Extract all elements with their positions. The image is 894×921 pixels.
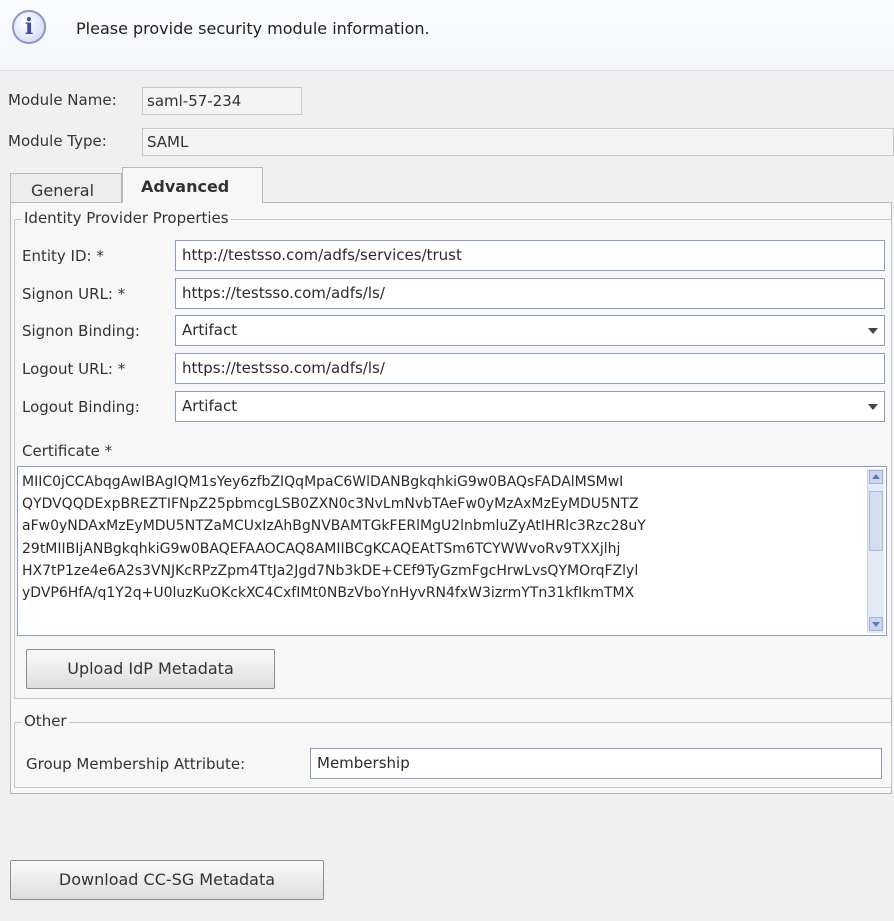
logout-url-input[interactable]: https://testsso.com/adfs/ls/ <box>175 353 885 384</box>
tab-advanced[interactable]: Advanced <box>122 167 263 203</box>
logout-url-label: Logout URL: * <box>22 360 126 378</box>
other-legend: Other <box>22 712 69 730</box>
certificate-label: Certificate * <box>22 442 113 460</box>
logout-binding-select[interactable]: Artifact <box>175 391 885 422</box>
scroll-up-button[interactable] <box>869 470 883 484</box>
signon-binding-select[interactable]: Artifact <box>175 315 885 346</box>
module-type-label: Module Type: <box>8 132 107 150</box>
tab-general[interactable]: General <box>10 173 122 202</box>
info-icon: i <box>12 10 46 44</box>
chevron-down-icon[interactable] <box>868 404 878 410</box>
entity-id-input[interactable]: http://testsso.com/adfs/services/trust <box>175 240 885 271</box>
module-type-field: SAML <box>142 128 894 156</box>
entity-id-label: Entity ID: * <box>22 247 104 265</box>
identity-provider-legend: Identity Provider Properties <box>22 209 231 227</box>
certificate-text: MIIC0jCCAbqgAwIBAgIQM1sYey6zfbZIQqMpaC6W… <box>22 474 646 602</box>
chevron-down-icon[interactable] <box>868 328 878 334</box>
group-membership-label: Group Membership Attribute: <box>26 755 246 773</box>
certificate-textarea[interactable]: MIIC0jCCAbqgAwIBAgIQM1sYey6zfbZIQqMpaC6W… <box>17 466 887 636</box>
module-name-label: Module Name: <box>8 91 117 109</box>
signon-binding-label: Signon Binding: <box>22 322 140 340</box>
banner-message: Please provide security module informati… <box>76 19 430 38</box>
group-membership-input[interactable]: Membership <box>310 748 882 779</box>
chevron-up-icon <box>872 474 880 479</box>
upload-idp-metadata-button[interactable]: Upload IdP Metadata <box>26 649 275 689</box>
signon-binding-value: Artifact <box>182 321 238 339</box>
download-cc-sg-metadata-button[interactable]: Download CC-SG Metadata <box>10 860 324 900</box>
signon-url-label: Signon URL: * <box>22 285 126 303</box>
chevron-down-icon <box>872 622 880 627</box>
logout-binding-value: Artifact <box>182 397 238 415</box>
signon-url-input[interactable]: https://testsso.com/adfs/ls/ <box>175 278 885 309</box>
logout-binding-label: Logout Binding: <box>22 398 140 416</box>
scroll-down-button[interactable] <box>869 617 883 631</box>
info-banner: i Please provide security module informa… <box>0 0 894 71</box>
module-name-field: saml-57-234 <box>142 87 302 115</box>
certificate-scrollbar[interactable] <box>867 469 884 633</box>
scrollbar-thumb[interactable] <box>869 491 883 551</box>
